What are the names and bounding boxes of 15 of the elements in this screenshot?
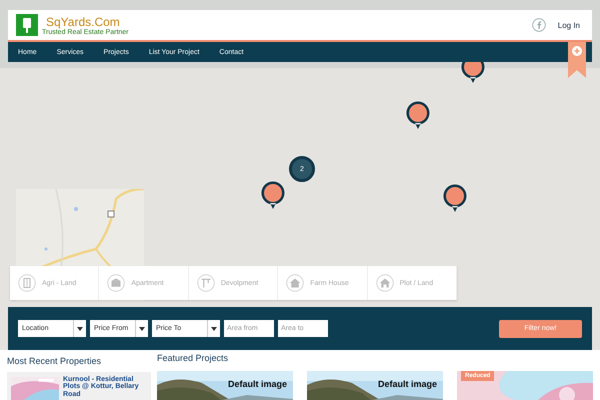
logo-icon[interactable] — [16, 14, 38, 36]
caret-icon — [139, 326, 145, 330]
building-icon — [107, 274, 126, 292]
brand-name: SqYards.Com — [46, 14, 121, 28]
crane-icon — [196, 274, 215, 292]
caret-icon — [211, 326, 217, 330]
image-caption: Default image — [378, 379, 437, 389]
login-link[interactable]: Log In — [558, 20, 580, 30]
section-title: Featured Projects — [157, 353, 230, 363]
caret-icon — [77, 326, 83, 330]
section-title: Most Recent Properties — [7, 356, 102, 366]
door-icon — [18, 274, 36, 292]
house-icon — [286, 274, 304, 292]
house-icon — [376, 274, 394, 292]
image-caption: Default image — [228, 379, 287, 389]
